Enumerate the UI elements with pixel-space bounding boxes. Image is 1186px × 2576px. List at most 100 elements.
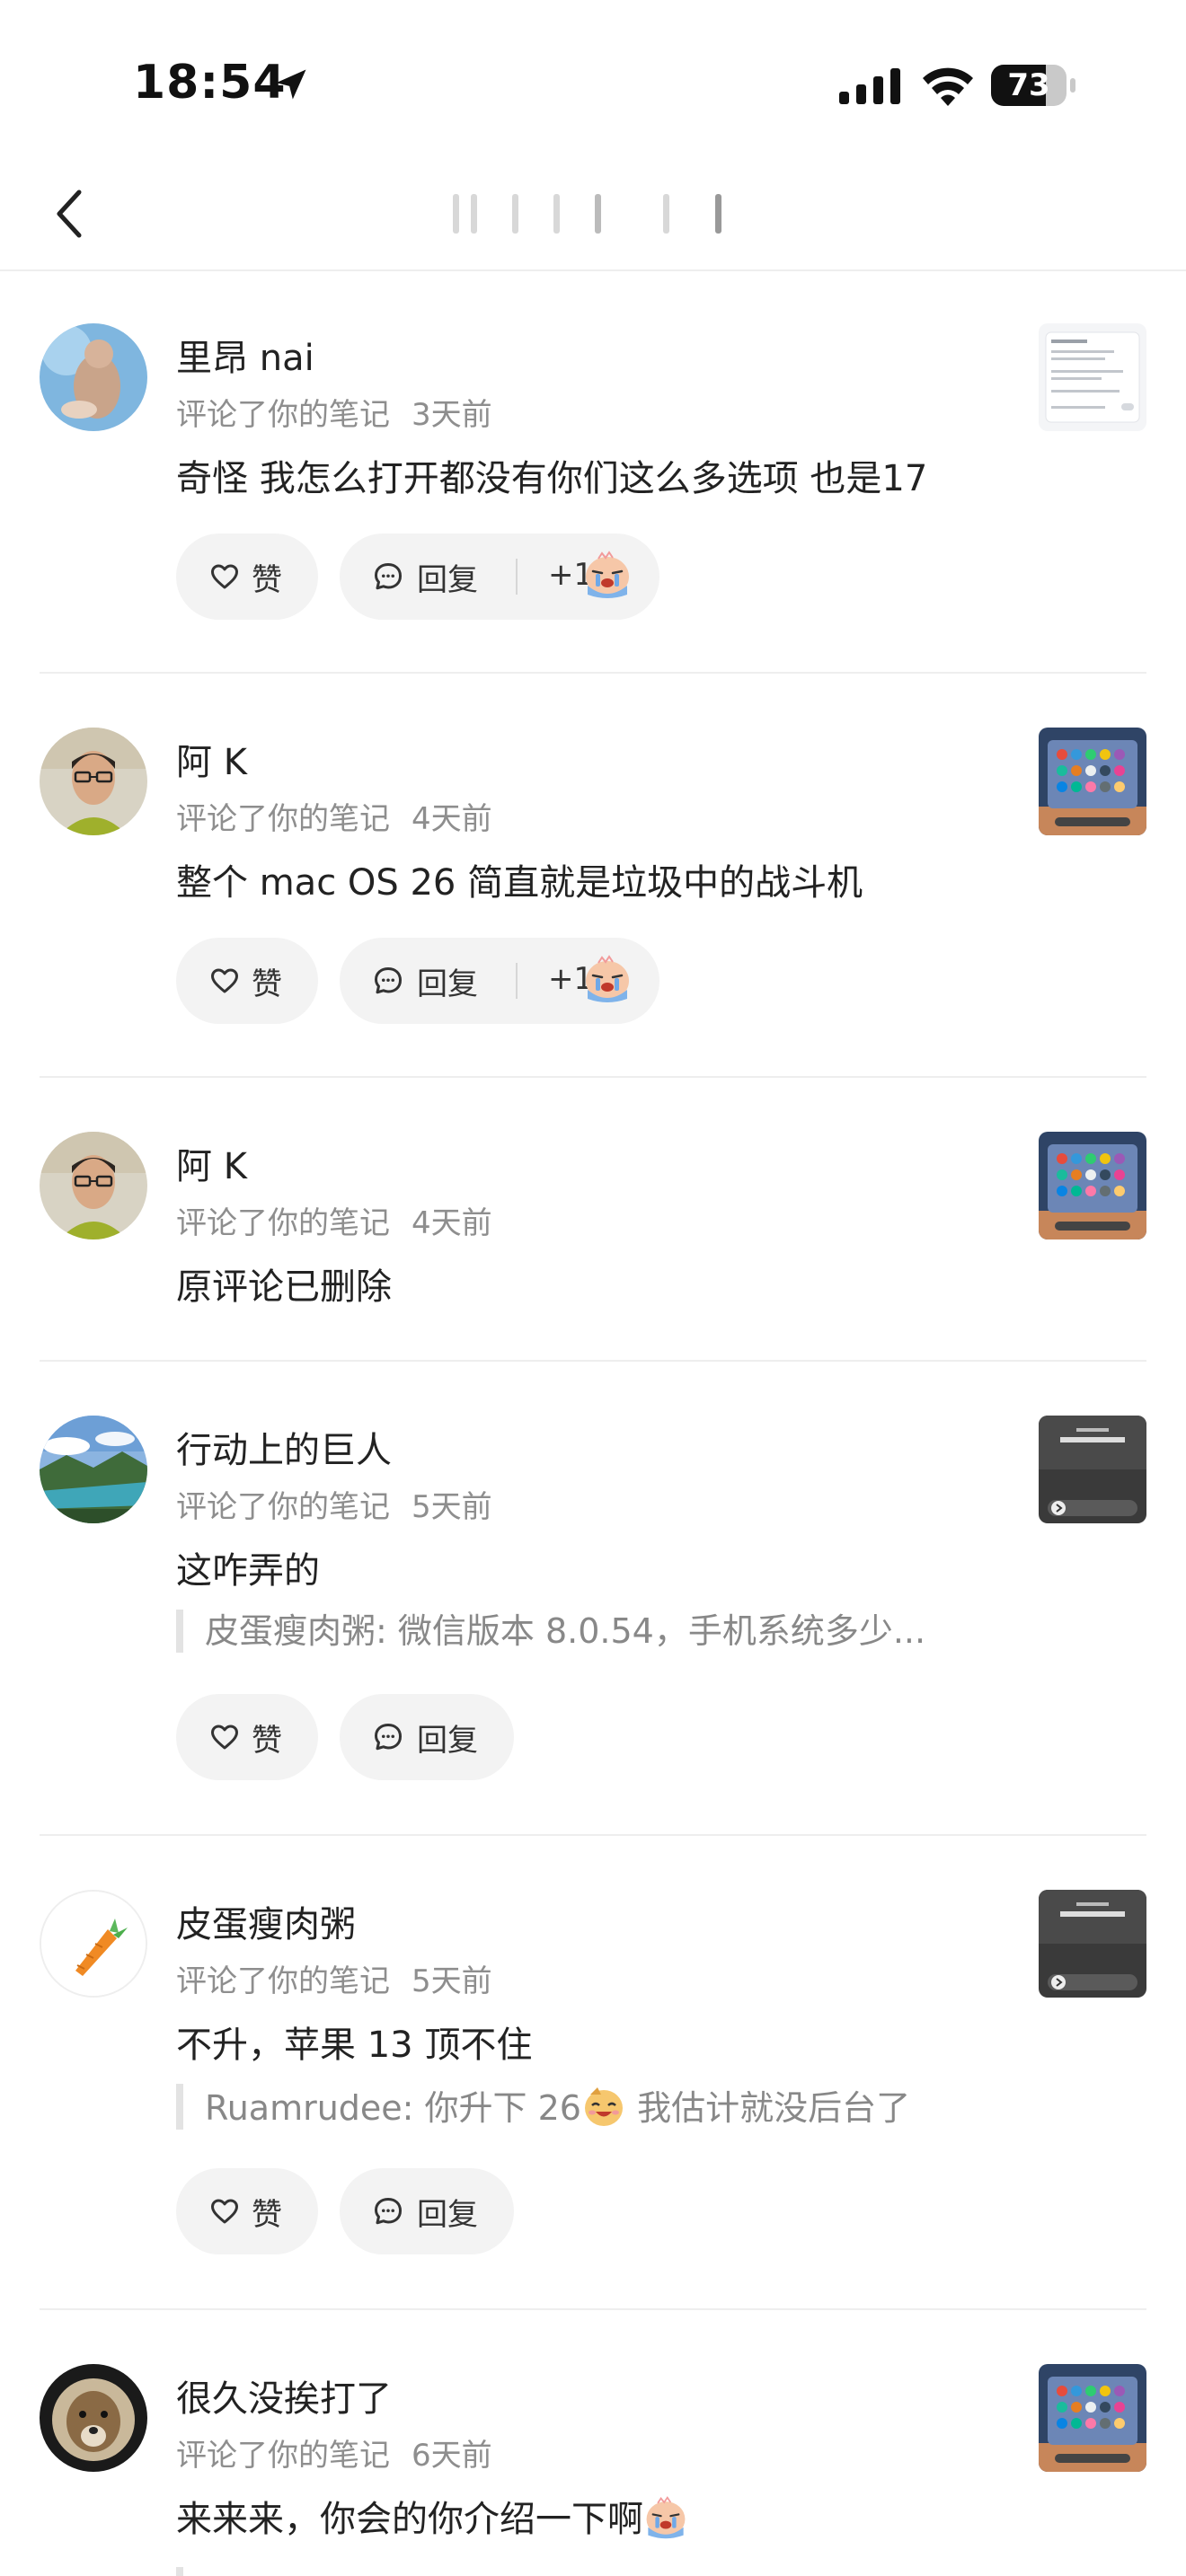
action-text: 评论了你的笔记 [176,1205,390,1241]
action-text: 评论了你的笔记 [176,1489,390,1525]
crying-emoji-icon [586,551,629,598]
like-button[interactable]: 赞 [176,1694,318,1780]
notification-item[interactable]: 阿 K 评论了你的笔记 4天前 原评论已删除 [0,1132,1186,1311]
time-ago: 5天前 [412,1489,492,1525]
reply-button[interactable]: 回复 +1 [340,938,659,1024]
quote-text-before: Ruamrudee: 你升下 26 [205,2088,581,2128]
username[interactable]: 里昂 nai [176,329,314,381]
like-label: 赞 [252,2197,282,2233]
comment-text[interactable]: 这咋弄的 [176,1541,320,1593]
like-label: 赞 [252,562,282,598]
action-text: 评论了你的笔记 [176,397,390,433]
chat-bubble-icon [375,1724,402,1751]
note-thumbnail[interactable] [1039,1416,1146,1523]
battery-icon: 73 [991,65,1075,106]
status-bar: 18:54 73 [0,0,1186,162]
battery-body: 73 [991,65,1067,106]
divider [40,672,1146,674]
reply-label: 回复 [417,562,478,598]
nav-title-obscured [440,187,746,237]
notification-item[interactable]: 皮蛋瘦肉粥 评论了你的笔记 5天前 不升，苹果 13 顶不住 Ruamrudee:… [0,1890,1186,2254]
action-text: 评论了你的笔记 [176,801,390,837]
heart-outline-icon [211,564,238,589]
note-thumbnail[interactable] [1039,728,1146,835]
divider [40,2308,1146,2310]
reply-label: 回复 [417,966,478,1002]
divider [40,1076,1146,1078]
comment-text[interactable]: 奇怪 我怎么打开都没有你们这么多选项 也是17 [176,449,927,501]
like-label: 赞 [252,966,282,1002]
like-button[interactable]: 赞 [176,938,318,1024]
notification-item[interactable]: 里昂 nai 评论了你的笔记 3天前 奇怪 我怎么打开都没有你们这么多选项 也是1… [0,323,1186,620]
avatar[interactable] [40,1890,147,1998]
time-ago: 4天前 [412,1205,492,1241]
comment-text-content: 来来来，你会的你介绍一下啊 [176,2499,643,2540]
action-text: 评论了你的笔记 [176,1963,390,1999]
notification-meta: 评论了你的笔记 5天前 [176,1956,492,2000]
avatar[interactable] [40,728,147,835]
quoted-reply[interactable]: Ruamrudee: 你升下 26 我估计就没后台了 [176,2084,910,2130]
battery-percent: 73 [1007,67,1050,103]
pill-separator [516,559,518,595]
notification-meta: 评论了你的笔记 5天前 [176,1482,492,1526]
cellular-signal-icon [839,68,900,104]
back-chevron-icon[interactable] [40,181,104,246]
note-thumbnail[interactable] [1039,2364,1146,2472]
nav-bar [0,162,1186,271]
pill-separator [516,963,518,999]
notification-meta: 评论了你的笔记 4天前 [176,794,492,838]
crying-emoji-icon [646,2496,686,2539]
status-time: 18:54 [133,56,287,110]
username[interactable]: 阿 K [176,733,247,785]
quoted-reply-cut-off [176,2567,205,2576]
chat-bubble-icon [375,967,402,994]
notification-item[interactable]: 阿 K 评论了你的笔记 4天前 整个 mac OS 26 简直就是垃圾中的战斗机 … [0,728,1186,1024]
time-ago: 5天前 [412,1963,492,1999]
avatar[interactable] [40,323,147,431]
time-ago: 4天前 [412,801,492,837]
divider [40,1834,1146,1836]
notification-meta: 评论了你的笔记 6天前 [176,2430,492,2475]
crying-emoji-icon [586,955,629,1002]
like-label: 赞 [252,1723,282,1759]
note-thumbnail[interactable] [1039,1132,1146,1239]
username[interactable]: 皮蛋瘦肉粥 [176,1895,356,1947]
note-thumbnail[interactable] [1039,1890,1146,1998]
heart-outline-icon [211,968,238,993]
notification-item[interactable]: 行动上的巨人 评论了你的笔记 5天前 这咋弄的 皮蛋瘦肉粥: 微信版本 8.0.5… [0,1416,1186,1780]
heart-outline-icon [211,2199,238,2224]
note-thumbnail[interactable] [1039,323,1146,431]
like-button[interactable]: 赞 [176,534,318,620]
quoted-reply[interactable]: 皮蛋瘦肉粥: 微信版本 8.0.54，手机系统多少... [176,1610,925,1653]
notification-meta: 评论了你的笔记 4天前 [176,1198,492,1242]
divider [40,1360,1146,1362]
reply-button[interactable]: 回复 +1 [340,534,659,620]
comment-text[interactable]: 不升，苹果 13 顶不住 [176,2016,532,2068]
reply-button[interactable]: 回复 [340,2168,514,2254]
reply-label: 回复 [417,2197,478,2233]
avatar[interactable] [40,1416,147,1523]
like-button[interactable]: 赞 [176,2168,318,2254]
location-arrow-icon [276,69,306,100]
reply-button[interactable]: 回复 [340,1694,514,1780]
username[interactable]: 很久没挨打了 [176,2369,392,2422]
avatar[interactable] [40,2364,147,2472]
comment-text[interactable]: 来来来，你会的你介绍一下啊 [176,2490,688,2542]
reply-label: 回复 [417,1723,478,1759]
username[interactable]: 阿 K [176,1137,247,1189]
avatar[interactable] [40,1132,147,1239]
heart-outline-icon [211,1725,238,1750]
chat-bubble-icon [375,2198,402,2225]
comment-text[interactable]: 整个 mac OS 26 简直就是垃圾中的战斗机 [176,853,863,905]
time-ago: 3天前 [412,397,492,433]
comment-text[interactable]: 原评论已删除 [176,1257,392,1310]
notification-item[interactable]: 很久没挨打了 评论了你的笔记 6天前 来来来，你会的你介绍一下啊 [0,2364,1186,2576]
wifi-icon [923,67,973,106]
action-text: 评论了你的笔记 [176,2438,390,2474]
chat-bubble-icon [375,563,402,590]
laughing-emoji-icon [584,2087,623,2126]
quote-text-after: 我估计就没后台了 [625,2088,911,2128]
notification-meta: 评论了你的笔记 3天前 [176,390,492,434]
time-ago: 6天前 [412,2438,492,2474]
username[interactable]: 行动上的巨人 [176,1421,392,1473]
